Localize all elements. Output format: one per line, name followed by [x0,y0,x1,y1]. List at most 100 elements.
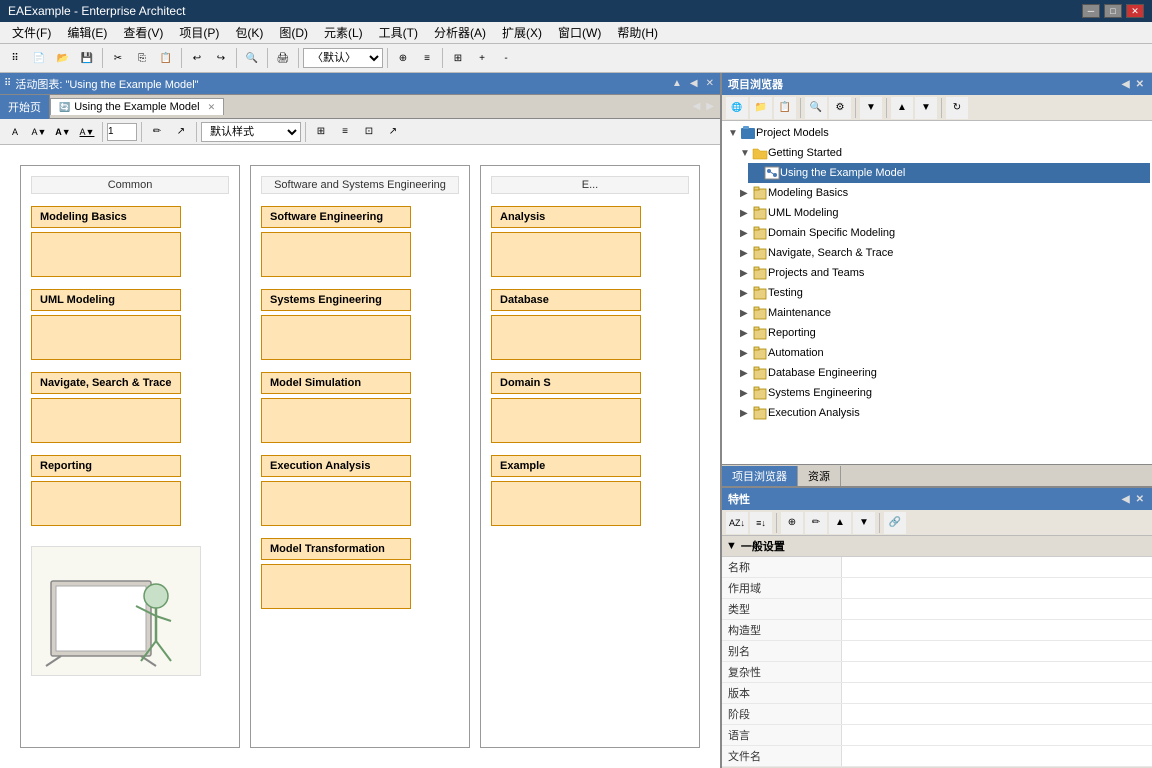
layout-btn[interactable]: ⊞ [447,47,469,69]
node-analysis[interactable]: Analysis [491,206,641,228]
tree-expand-root[interactable]: ▼ [728,128,740,139]
browser-tab-project[interactable]: 项目浏览器 [722,466,798,486]
props-val-type[interactable] [842,599,1152,619]
export-tool[interactable]: ↗ [382,121,404,143]
save-button[interactable]: 💾 [76,47,98,69]
zoom-out-button[interactable]: - [495,47,517,69]
tree-expand-test[interactable]: ▶ [740,288,752,299]
props-val-stereotype[interactable] [842,620,1152,640]
redo-button[interactable]: ↪ [210,47,232,69]
node-navigate[interactable]: Navigate, Search & Trace [31,372,181,394]
snap-tool[interactable]: ⊡ [358,121,380,143]
tree-expand-auto[interactable]: ▶ [740,348,752,359]
undo-button[interactable]: ↩ [186,47,208,69]
copy-button[interactable]: ⎘ [131,47,153,69]
align-tool[interactable]: ≡ [334,121,356,143]
bold-tool[interactable]: A▼ [52,121,74,143]
browser-expand-btn[interactable]: ✕ [1134,79,1146,90]
browser-btn-down[interactable]: ▼ [915,97,937,119]
menu-diagram[interactable]: 图(D) [271,22,316,43]
color-tool[interactable]: A▼ [28,121,50,143]
tree-root[interactable]: ▼ Project Models [724,123,1150,143]
browser-btn-4[interactable]: 🔍 [805,97,827,119]
tree-expand-gs[interactable]: ▼ [740,148,752,159]
tree-domain-specific[interactable]: ▶ Domain Specific Modeling [736,223,1150,243]
browser-btn-up[interactable]: ▲ [891,97,913,119]
tree-getting-started[interactable]: ▼ Getting Started [736,143,1150,163]
menu-project[interactable]: 项目(P) [171,22,227,43]
node-uml-modeling[interactable]: UML Modeling [31,289,181,311]
pencil-tool[interactable]: ✏ [146,121,168,143]
node-execution-analysis[interactable]: Execution Analysis [261,455,411,477]
props-val-language[interactable] [842,725,1152,745]
tree-exec-analysis[interactable]: ▶ Execution Analysis [736,403,1150,423]
node-example[interactable]: Example [491,455,641,477]
tree-example-model[interactable]: Using the Example Model [748,163,1150,183]
menu-analyzer[interactable]: 分析器(A) [426,22,494,43]
menu-tools[interactable]: 工具(T) [371,22,426,43]
props-sort-btn[interactable]: AZ↓ [726,512,748,534]
browser-btn-1[interactable]: 🌐 [726,97,748,119]
browser-btn-3[interactable]: 📋 [774,97,796,119]
select-tool[interactable]: ↗ [170,121,192,143]
grid-tool[interactable]: ⊞ [310,121,332,143]
tree-maintenance[interactable]: ▶ Maintenance [736,303,1150,323]
menu-help[interactable]: 帮助(H) [609,22,666,43]
node-modeling-basics[interactable]: Modeling Basics [31,206,181,228]
node-software-engineering[interactable]: Software Engineering [261,206,411,228]
open-button[interactable]: 📂 [52,47,74,69]
menu-edit[interactable]: 编辑(E) [59,22,115,43]
tab-close-icon[interactable]: ✕ [208,102,216,113]
tree-navigate[interactable]: ▶ Navigate, Search & Trace [736,243,1150,263]
node-domain[interactable]: Domain S [491,372,641,394]
props-close-btn[interactable]: ✕ [1134,494,1146,505]
menu-package[interactable]: 包(K) [227,22,271,43]
menu-file[interactable]: 文件(F) [4,22,59,43]
browser-btn-2[interactable]: 📁 [750,97,772,119]
breadcrumb-pin[interactable]: ◀ [688,78,700,89]
zoom-in-button[interactable]: + [471,47,493,69]
node-database[interactable]: Database [491,289,641,311]
browser-btn-6[interactable]: ▼ [860,97,882,119]
maximize-button[interactable]: □ [1104,4,1122,18]
minimize-button[interactable]: ─ [1082,4,1100,18]
tree-expand-nav[interactable]: ▶ [740,248,752,259]
menu-view[interactable]: 查看(V) [115,22,171,43]
tree-testing[interactable]: ▶ Testing [736,283,1150,303]
props-section-general[interactable]: ▼ 一般设置 [722,536,1152,557]
props-val-version[interactable] [842,683,1152,703]
browser-tab-resources[interactable]: 资源 [798,466,841,486]
icon-2[interactable]: ≡ [416,47,438,69]
close-button[interactable]: ✕ [1126,4,1144,18]
tree-automation[interactable]: ▶ Automation [736,343,1150,363]
props-btn-3[interactable]: ▲ [829,512,851,534]
tree-projects-teams[interactable]: ▶ Projects and Teams [736,263,1150,283]
tab-start[interactable]: 开始页 [0,95,50,119]
paste-button[interactable]: 📋 [155,47,177,69]
node-model-simulation[interactable]: Model Simulation [261,372,411,394]
tree-sys-eng[interactable]: ▶ Systems Engineering [736,383,1150,403]
style-dropdown[interactable]: 〈默认〉 [303,48,383,68]
props-val-filename[interactable] [842,746,1152,766]
icon-1[interactable]: ⊕ [392,47,414,69]
props-val-phase[interactable] [842,704,1152,724]
style-select[interactable]: 默认样式 [201,122,301,142]
tree-reporting[interactable]: ▶ Reporting [736,323,1150,343]
breadcrumb-up[interactable]: ▲ [670,78,684,89]
tree-db-eng[interactable]: ▶ Database Engineering [736,363,1150,383]
tree-expand-dsm[interactable]: ▶ [740,228,752,239]
tree-expand-ea[interactable]: ▶ [740,408,752,419]
underline-tool[interactable]: A▼ [76,121,98,143]
text-tool[interactable]: A [4,121,26,143]
props-val-name[interactable] [842,557,1152,577]
node-systems-engineering[interactable]: Systems Engineering [261,289,411,311]
props-btn-2[interactable]: ✏ [805,512,827,534]
props-btn-1[interactable]: ⊕ [781,512,803,534]
tree-expand-uml[interactable]: ▶ [740,208,752,219]
browser-pin-btn[interactable]: ◀ [1120,79,1132,90]
browser-btn-5[interactable]: ⚙ [829,97,851,119]
node-reporting[interactable]: Reporting [31,455,181,477]
props-val-scope[interactable] [842,578,1152,598]
browser-refresh-btn[interactable]: ↻ [946,97,968,119]
tree-modeling-basics[interactable]: ▶ Modeling Basics [736,183,1150,203]
